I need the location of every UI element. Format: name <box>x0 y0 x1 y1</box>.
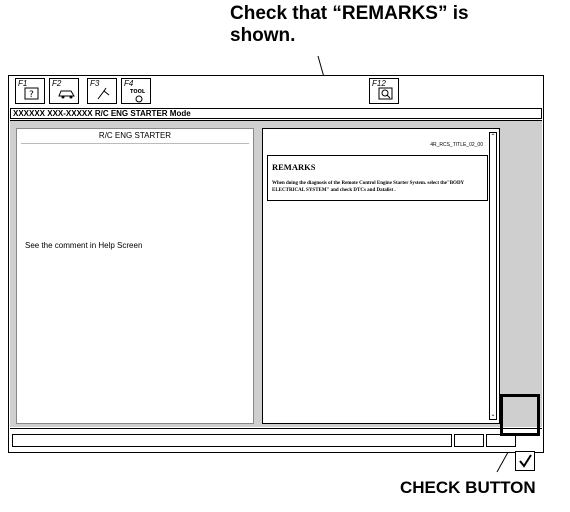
tester-icon <box>97 87 110 100</box>
help-message: See the comment in Help Screen <box>25 241 143 250</box>
f4-tool-button[interactable]: F4 TOOL <box>121 78 151 104</box>
remarks-text: When doing the diagnosis of the Remote C… <box>272 181 464 193</box>
f3-tester-button[interactable]: F3 <box>87 78 117 104</box>
f12-zoom-button[interactable]: F12 <box>369 78 399 104</box>
help-icon: ? <box>24 87 39 100</box>
check-button[interactable] <box>515 451 535 471</box>
check-button-highlight <box>500 394 540 436</box>
f1-help-button[interactable]: F1 ? <box>15 78 45 104</box>
remarks-title: REMARKS <box>272 162 316 172</box>
zoom-icon <box>378 87 393 100</box>
left-panel: R/C ENG STARTER See the comment in Help … <box>16 128 254 424</box>
mode-bar: XXXXXX XXX-XXXXX R/C ENG STARTER Mode <box>10 108 542 119</box>
vehicle-icon <box>58 90 75 99</box>
tool-icon: TOOL <box>130 89 146 103</box>
app-window: F1 ? F2 F3 F4 TOOL F12 XXXXXX XXX-XXXXX … <box>8 75 544 471</box>
document-id: 4R_RCS_TITLE_02_00 <box>430 142 483 148</box>
status-bar <box>10 428 542 451</box>
svg-text:?: ? <box>29 90 34 100</box>
left-panel-title: R/C ENG STARTER <box>98 131 172 140</box>
scroll-up-arrow-icon[interactable]: ⌃ <box>490 133 496 141</box>
right-panel: 4R_RCS_TITLE_02_00 REMARKS When doing th… <box>262 128 500 424</box>
tool-icon-text: TOOL <box>130 89 146 95</box>
status-field <box>12 434 452 447</box>
content-area: R/C ENG STARTER See the comment in Help … <box>10 120 542 471</box>
divider <box>21 143 249 144</box>
remarks-box: REMARKS When doing the diagnosis of the … <box>267 155 488 201</box>
check-icon <box>519 454 532 468</box>
f2-vehicle-button[interactable]: F2 <box>49 78 79 104</box>
scrollbar[interactable]: ⌃ ⌄ <box>489 132 497 420</box>
scroll-down-arrow-icon[interactable]: ⌄ <box>490 411 496 419</box>
status-button-1[interactable] <box>454 434 484 447</box>
